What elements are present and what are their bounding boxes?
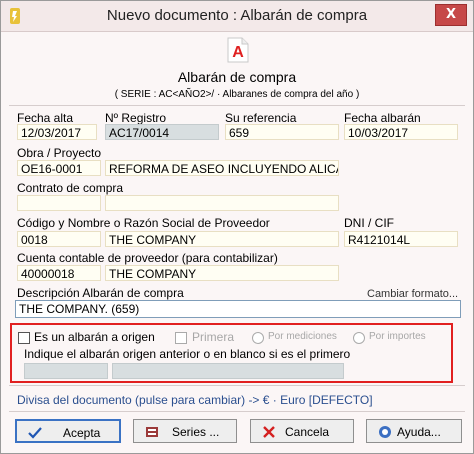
albaran-origen-checkbox[interactable] [18,332,30,344]
num-registro-field: AC17/0014 [105,124,219,140]
obra-name-field[interactable]: REFORMA DE ASEO INCLUYENDO ALICA [105,160,339,176]
su-referencia-field[interactable]: 659 [225,124,339,140]
document-type-icon: A [227,37,249,63]
close-button[interactable]: X [435,4,467,26]
num-registro-label: Nº Registro [105,111,167,125]
origin-hint: Indique el albarán origen anterior o en … [24,347,351,361]
obra-label: Obra / Proyecto [17,146,102,160]
cancel-button-label: Cancela [285,425,330,439]
descripcion-label: Descripción Albarán de compra [17,286,184,300]
series-button[interactable]: Series ... [133,419,237,443]
origin-divider [9,385,465,386]
descripcion-field[interactable]: THE COMPANY. (659) [15,300,461,318]
cancel-x-icon [263,426,275,438]
contrato-name-field[interactable] [105,195,339,211]
fecha-alta-field[interactable]: 12/03/2017 [17,124,97,140]
cuenta-label: Cuenta contable de proveedor (para conta… [17,251,278,265]
origin-code-field [24,363,108,379]
por-importes-radio[interactable] [353,332,365,344]
fecha-albaran-label: Fecha albarán [344,111,421,125]
fecha-albaran-field[interactable]: 10/03/2017 [344,124,458,140]
dni-label: DNI / CIF [344,216,394,230]
origin-name-field [112,363,344,379]
cambiar-formato-link[interactable]: Cambiar formato... [367,288,458,300]
currency-link[interactable]: Divisa del documento (pulse para cambiar… [17,393,373,407]
contrato-code-field[interactable] [17,195,101,211]
series-button-label: Series ... [172,425,220,439]
origin-section: Es un albarán a origen Primera Por medic… [10,323,453,383]
header-divider [9,105,465,106]
series-subtitle: ( SERIE : AC<AÑO2>/ · Albaranes de compr… [114,89,360,100]
por-importes-label: Por importes [369,331,426,342]
help-icon [379,426,391,438]
cancel-button[interactable]: Cancela [250,419,354,443]
accept-button-label: Acepta [63,426,101,440]
por-mediciones-radio[interactable] [252,332,264,344]
su-referencia-label: Su referencia [225,111,297,125]
primera-checkbox[interactable] [175,332,187,344]
obra-code-field[interactable]: OE16-0001 [17,160,101,176]
proveedor-code-field[interactable]: 0018 [17,231,101,247]
help-button[interactable]: Ayuda... [366,419,462,443]
footer-divider [9,411,465,412]
window-title: Nuevo documento : Albarán de compra [106,7,368,24]
dni-field[interactable]: R4121014L [344,231,458,247]
primera-label: Primera [192,330,235,344]
help-button-label: Ayuda... [397,425,441,439]
title-bar[interactable]: Nuevo documento : Albarán de compra X [1,1,473,32]
fecha-alta-label: Fecha alta [17,111,74,125]
accept-button[interactable]: Acepta [15,419,121,443]
series-icon [146,427,158,437]
page-title: Albarán de compra [177,69,297,85]
contrato-label: Contrato de compra [17,181,124,195]
cuenta-name-field[interactable]: THE COMPANY [105,265,339,281]
dialog-window: Nuevo documento : Albarán de compra X A … [0,0,474,454]
albaran-origen-label: Es un albarán a origen [34,330,155,344]
proveedor-name-field[interactable]: THE COMPANY [105,231,339,247]
cuenta-code-field[interactable]: 40000018 [17,265,101,281]
document-type-letter: A [232,44,244,61]
por-mediciones-label: Por mediciones [268,331,337,342]
proveedor-label: Código y Nombre o Razón Social de Provee… [17,216,270,230]
checkmark-icon [28,427,42,439]
